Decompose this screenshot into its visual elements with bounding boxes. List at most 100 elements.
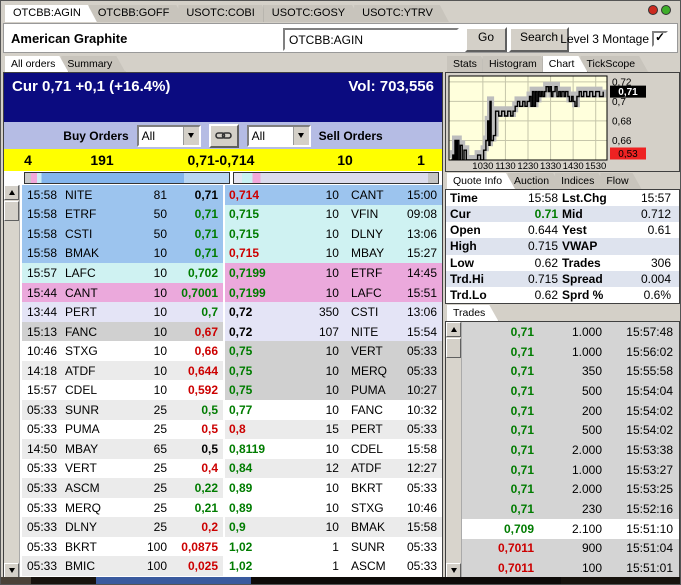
market-maker: BKRT (339, 481, 407, 495)
scroll-thumb[interactable] (446, 338, 461, 358)
buy-order-row[interactable]: 10:46STXG100,66 (22, 341, 223, 361)
sell-filter-select[interactable]: All (247, 125, 311, 147)
buy-order-row[interactable]: 05:33VERT250,4 (22, 459, 223, 479)
trade-row[interactable]: 0,701110015:51:01 (462, 558, 679, 578)
sell-order-row[interactable]: 0,719910ETRF14:45 (225, 263, 442, 283)
sell-order-row[interactable]: 0,72107NITE15:54 (225, 322, 442, 342)
order-filter-row: Buy Orders All All Sell Orders (4, 122, 442, 149)
price-banner: Cur 0,71 +0,1 (+16.4%) Vol: 703,556 (4, 73, 442, 122)
tab-auction[interactable]: Auction (508, 173, 562, 189)
trade-row[interactable]: 0,701190015:51:04 (462, 539, 679, 559)
scroll-up-button[interactable] (446, 322, 461, 337)
trade-row[interactable]: 0,711.00015:53:27 (462, 460, 679, 480)
trade-row[interactable]: 0,712.00015:53:25 (462, 480, 679, 500)
market-maker: MERQ (339, 364, 407, 378)
buy-filter-select[interactable]: All (137, 125, 201, 147)
tab-tickscope[interactable]: TickScope (580, 56, 648, 72)
sell-order-row[interactable]: 0,7510PUMA10:27 (225, 380, 442, 400)
trades-scrollbar[interactable] (446, 322, 462, 578)
buy-order-row[interactable]: 05:33DLNY250,2 (22, 517, 223, 537)
scroll-down-button[interactable] (4, 563, 19, 578)
buy-order-row[interactable]: 15:58ETRF500,71 (22, 205, 223, 225)
buy-order-row[interactable]: 15:57CDEL100,592 (22, 380, 223, 400)
sell-order-row[interactable]: 0,71410CANT15:00 (225, 185, 442, 205)
sell-order-row[interactable]: 0,7510MERQ05:33 (225, 361, 442, 381)
buy-order-row[interactable]: 15:58NITE810,71 (22, 185, 223, 205)
buy-order-row[interactable]: 05:33ASCM250,22 (22, 478, 223, 498)
chevron-down-icon[interactable] (293, 127, 309, 145)
buy-order-row[interactable]: 13:44PERT100,7 (22, 302, 223, 322)
sell-orders-table: 0,71410CANT15:000,71510VFIN09:080,71510D… (225, 185, 442, 578)
trade-row[interactable]: 0,7150015:54:04 (462, 381, 679, 401)
trade-row[interactable]: 0,7092.10015:51:10 (462, 519, 679, 539)
trade-size: 100 (534, 561, 602, 575)
buy-order-row[interactable]: 05:33BMIC1000,025 (22, 556, 223, 576)
buy-order-row[interactable]: 05:33SUNR250,5 (22, 400, 223, 420)
trade-row[interactable]: 0,711.00015:57:48 (462, 322, 679, 342)
tab-histogram[interactable]: Histogram (483, 56, 550, 72)
buy-order-row[interactable]: 15:57LAFC100,702 (22, 263, 223, 283)
order-time: 09:08 (407, 207, 442, 221)
sell-order-row[interactable]: 1,021ASCM05:33 (225, 556, 442, 576)
scroll-track[interactable] (446, 358, 461, 563)
sell-order-row[interactable]: 0,815PERT05:33 (225, 420, 442, 440)
trade-row[interactable]: 0,7150015:54:02 (462, 420, 679, 440)
buy-order-row[interactable]: 15:13FANC100,67 (22, 322, 223, 342)
market-maker: LAFC (65, 266, 121, 280)
sell-order-row[interactable]: 0,910BMAK15:58 (225, 517, 442, 537)
scroll-thumb[interactable] (4, 201, 19, 221)
sell-order-row[interactable]: 0,71510VFIN09:08 (225, 205, 442, 225)
sell-order-row[interactable]: 0,72350CSTI13:06 (225, 302, 442, 322)
symbol-input[interactable] (283, 28, 459, 51)
sell-order-row[interactable]: 0,7710FANC10:32 (225, 400, 442, 420)
trade-time: 15:53:27 (602, 463, 679, 477)
buy-order-row[interactable]: 14:50MBAY650,5 (22, 439, 223, 459)
market-maker: STXG (339, 501, 407, 515)
tab-usotc-cobi[interactable]: USOTC:COBI (178, 5, 270, 22)
scroll-track[interactable] (4, 221, 19, 563)
scroll-up-button[interactable] (4, 185, 19, 200)
sell-order-row[interactable]: 1,021SUNR05:33 (225, 537, 442, 557)
chevron-down-icon[interactable] (183, 127, 199, 145)
order-price: 0,8119 (225, 442, 289, 456)
link-orders-button[interactable] (209, 124, 239, 148)
tab-usotc-gosy[interactable]: USOTC:GOSY (264, 5, 361, 22)
sell-order-row[interactable]: 0,71510MBAY15:27 (225, 244, 442, 264)
sell-order-row[interactable]: 0,8412ATDF12:27 (225, 459, 442, 479)
scroll-down-button[interactable] (446, 563, 461, 578)
order-price: 0,715 (225, 227, 289, 241)
tab-summary[interactable]: Summary (61, 56, 125, 72)
sell-order-row[interactable]: 0,8910STXG10:46 (225, 498, 442, 518)
market-maker: CDEL (65, 383, 121, 397)
sell-order-row[interactable]: 0,719910LAFC15:51 (225, 283, 442, 303)
tab-otcbb-goff[interactable]: OTCBB:GOFF (90, 5, 186, 22)
buy-order-row[interactable]: 05:33PUMA250,5 (22, 420, 223, 440)
buy-order-row[interactable]: 14:18ATDF100,644 (22, 361, 223, 381)
sell-order-row[interactable]: 0,7510VERT05:33 (225, 341, 442, 361)
montage-checkbox[interactable] (652, 31, 668, 47)
tab-quote-info[interactable]: Quote Info (447, 173, 515, 189)
tab-otcbb-agin[interactable]: OTCBB:AGIN (5, 5, 97, 22)
trade-row[interactable]: 0,7135015:55:58 (462, 361, 679, 381)
tab-usotc-ytrv[interactable]: USOTC:YTRV (354, 5, 449, 22)
trade-row[interactable]: 0,7123015:52:16 (462, 499, 679, 519)
tab-indices[interactable]: Indices (555, 173, 607, 189)
tab-all-orders[interactable]: All orders (5, 56, 68, 72)
book-scrollbar[interactable] (4, 185, 20, 578)
trade-row[interactable]: 0,7120015:54:02 (462, 401, 679, 421)
trade-row[interactable]: 0,711.00015:56:02 (462, 342, 679, 362)
tab-flow[interactable]: Flow (600, 173, 641, 189)
sell-order-row[interactable]: 0,811910CDEL15:58 (225, 439, 442, 459)
sell-order-row[interactable]: 0,71510DLNY13:06 (225, 224, 442, 244)
buy-order-row[interactable]: 15:58BMAK100,71 (22, 244, 223, 264)
buy-order-row[interactable]: 15:44CANT100,7001 (22, 283, 223, 303)
order-time: 10:32 (407, 403, 442, 417)
buy-order-row[interactable]: 05:33BKRT1000,0875 (22, 537, 223, 557)
buy-order-row[interactable]: 15:58CSTI500,71 (22, 224, 223, 244)
sell-order-row[interactable]: 0,8910BKRT05:33 (225, 478, 442, 498)
trade-row[interactable]: 0,712.00015:53:38 (462, 440, 679, 460)
go-button[interactable]: Go (465, 27, 507, 52)
buy-order-row[interactable]: 05:33MERQ250,21 (22, 498, 223, 518)
market-maker: ATDF (339, 461, 407, 475)
tab-trades[interactable]: Trades (447, 305, 498, 321)
